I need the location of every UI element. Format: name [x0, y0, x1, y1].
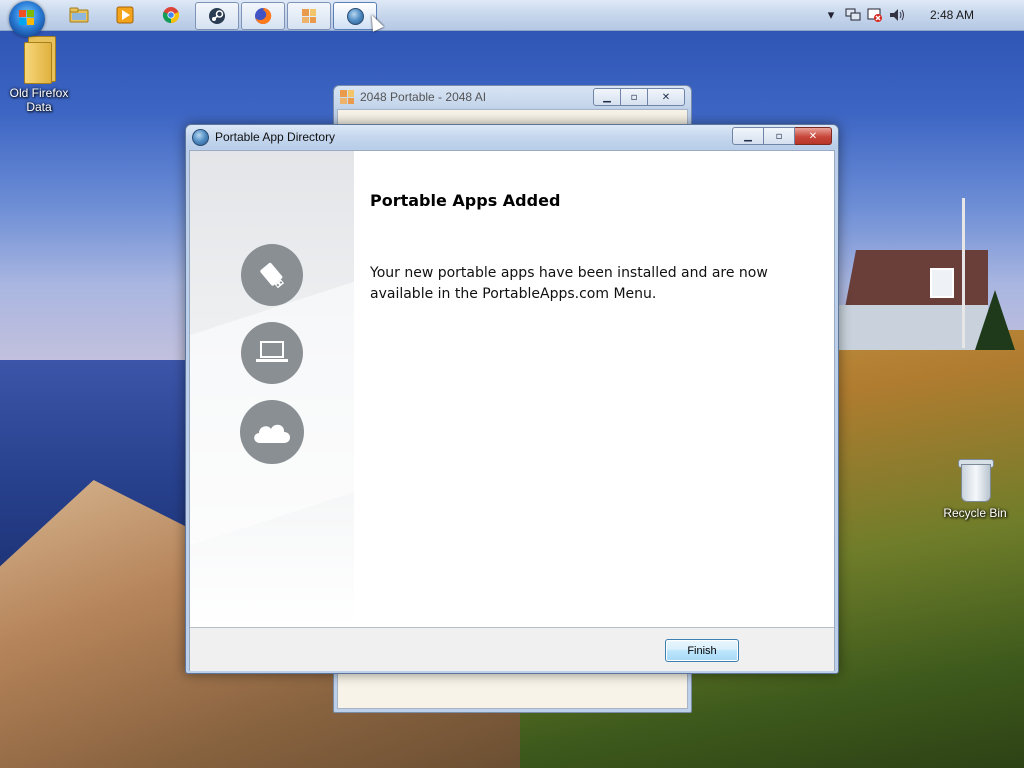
- close-icon: ✕: [661, 91, 671, 103]
- folder-icon: [24, 36, 56, 84]
- minimize-icon: ▁: [744, 130, 752, 142]
- page-title: Portable Apps Added: [370, 191, 561, 210]
- minimize-icon: ▁: [603, 91, 611, 103]
- desktop-icon-old-firefox-data[interactable]: Old Firefox Data: [0, 36, 79, 114]
- chevron-up-icon[interactable]: ▾: [820, 5, 842, 25]
- wallpaper-house: [838, 250, 988, 350]
- window-titlebar[interactable]: 2048 Portable - 2048 AI ▁ ▫ ✕: [334, 86, 691, 108]
- action-center-icon[interactable]: [864, 5, 886, 25]
- taskbar-steam[interactable]: [195, 2, 239, 30]
- window-title: 2048 Portable - 2048 AI: [360, 90, 487, 104]
- dialog-client-area: Portable Apps Added Your new portable ap…: [189, 150, 835, 671]
- dialog-title: Portable App Directory: [215, 130, 336, 144]
- laptop-icon: [241, 322, 303, 384]
- taskbar-chrome[interactable]: [150, 2, 192, 28]
- maximize-icon: ▫: [775, 130, 783, 142]
- taskbar-media-player[interactable]: [104, 2, 146, 28]
- dialog-titlebar[interactable]: Portable App Directory ▁ ▫ ✕: [186, 125, 838, 149]
- 2048-icon: [302, 9, 316, 23]
- wizard-sidebar: [190, 151, 354, 627]
- steam-icon: [209, 8, 225, 24]
- maximize-icon: ▫: [630, 91, 638, 103]
- minimize-button[interactable]: ▁: [593, 88, 621, 106]
- firefox-icon: [255, 7, 272, 24]
- dialog-window-controls: ▁ ▫ ✕: [732, 127, 832, 145]
- dialog-footer: Finish: [190, 627, 834, 671]
- close-button[interactable]: ✕: [648, 88, 685, 106]
- taskbar-file-explorer[interactable]: [58, 2, 100, 28]
- desktop-icon-label: Old Firefox Data: [9, 86, 69, 114]
- clock[interactable]: 2:48 AM: [908, 8, 1024, 22]
- desktop-icon-recycle-bin[interactable]: Recycle Bin: [935, 458, 1015, 520]
- folder-icon: [69, 7, 89, 23]
- taskbar-2048-portable[interactable]: [287, 2, 331, 30]
- globe-icon: [346, 7, 364, 25]
- finish-button[interactable]: Finish: [665, 639, 739, 662]
- close-button[interactable]: ✕: [795, 127, 832, 145]
- globe-icon: [192, 128, 209, 146]
- recycle-bin-icon: [958, 458, 994, 502]
- chrome-icon: [162, 7, 180, 24]
- page-message: Your new portable apps have been install…: [370, 265, 768, 302]
- wallpaper-flagpole: [962, 198, 965, 348]
- windows-logo-icon: [19, 10, 35, 26]
- maximize-button[interactable]: ▫: [764, 127, 795, 145]
- taskbar: ▾ 2:48 AM: [0, 0, 1024, 37]
- cloud-icon: [240, 400, 304, 464]
- start-button[interactable]: [9, 1, 45, 37]
- network-icon[interactable]: [842, 5, 864, 25]
- window-controls: ▁ ▫ ✕: [593, 88, 685, 106]
- desktop-icon-label: Recycle Bin: [943, 506, 1007, 520]
- taskbar-firefox[interactable]: [241, 2, 285, 30]
- play-icon: [116, 6, 134, 24]
- minimize-button[interactable]: ▁: [732, 127, 764, 145]
- system-tray: ▾ 2:48 AM: [820, 0, 1024, 30]
- 2048-icon: [340, 90, 354, 104]
- close-icon: ✕: [808, 130, 818, 142]
- usb-drive-icon: [241, 244, 303, 306]
- maximize-button[interactable]: ▫: [621, 88, 648, 106]
- portable-app-directory-dialog[interactable]: Portable App Directory ▁ ▫ ✕ Portable Ap…: [185, 124, 839, 674]
- volume-icon[interactable]: [886, 5, 908, 25]
